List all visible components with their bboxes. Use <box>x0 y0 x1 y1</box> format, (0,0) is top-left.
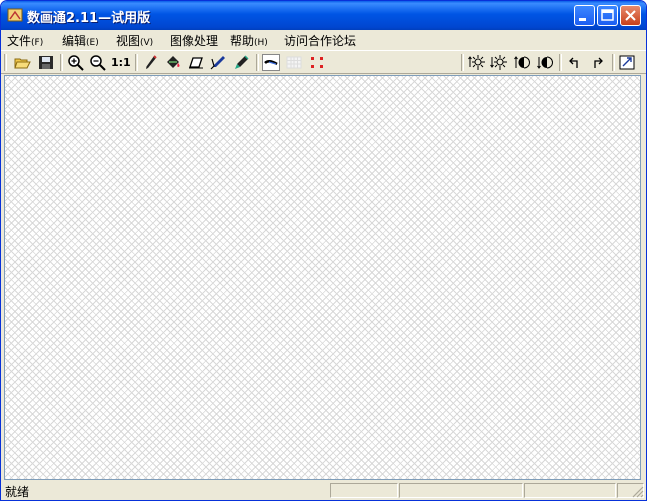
menu-help[interactable]: 帮助(H) <box>230 32 268 49</box>
menu-image-label: 图像处理 <box>170 34 219 48</box>
toolbar-separator <box>612 54 615 71</box>
status-text: 就绪 <box>5 485 30 499</box>
toolbar: 1:1 <box>1 50 646 74</box>
toolbar-separator <box>135 54 138 71</box>
redo-icon[interactable] <box>589 54 607 71</box>
shrink-horizontal-icon[interactable] <box>490 54 508 71</box>
toolbar-separator <box>256 54 259 71</box>
actual-size-icon[interactable]: 1:1 <box>111 54 131 71</box>
menu-edit-accel: (E) <box>86 38 99 48</box>
menu-file[interactable]: 文件(F) <box>7 32 43 49</box>
menu-forum[interactable]: 访问合作论坛 <box>284 32 356 49</box>
title-bar[interactable]: 数画通2.11—试用版 <box>1 1 646 30</box>
menu-image[interactable]: 图像处理 <box>170 32 218 49</box>
window-title: 数画通2.11—试用版 <box>27 11 151 26</box>
menu-edit[interactable]: 编辑(E) <box>62 32 99 49</box>
brush-icon[interactable] <box>262 54 280 71</box>
app-window: 数画通2.11—试用版 文件(F) 编辑(E) 视图(V) 图像处理 帮助(H)… <box>0 0 647 501</box>
menu-file-label: 文件 <box>7 34 32 48</box>
toolbar-separator <box>461 54 464 71</box>
menu-view[interactable]: 视图(V) <box>116 32 153 49</box>
marker-icon[interactable] <box>232 54 250 71</box>
menu-view-accel: (V) <box>140 38 154 48</box>
drawing-canvas[interactable] <box>4 75 641 480</box>
fit-window-icon[interactable] <box>618 54 636 71</box>
menu-view-label: 视图 <box>116 34 141 48</box>
pen-icon[interactable] <box>209 54 227 71</box>
app-icon[interactable] <box>7 7 23 23</box>
menu-bar: 文件(F) 编辑(E) 视图(V) 图像处理 帮助(H) 访问合作论坛 <box>1 30 646 49</box>
menu-edit-label: 编辑 <box>62 34 87 48</box>
toolbar-separator <box>559 54 562 71</box>
menu-help-accel: (H) <box>254 38 268 48</box>
maximize-button[interactable] <box>597 5 618 26</box>
toolbar-separator <box>60 54 63 71</box>
save-icon[interactable] <box>37 54 55 71</box>
expand-horizontal-icon[interactable] <box>468 54 486 71</box>
menu-forum-label: 访问合作论坛 <box>284 34 357 48</box>
toolbar-grip <box>4 54 7 71</box>
expand-vertical-icon[interactable] <box>513 54 531 71</box>
resize-grip-icon[interactable] <box>631 485 644 498</box>
status-bar: 就绪 <box>1 482 646 500</box>
menu-file-accel: (F) <box>31 38 44 48</box>
status-panel <box>330 483 398 498</box>
status-panel <box>524 483 616 498</box>
undo-icon[interactable] <box>566 54 584 71</box>
close-button[interactable] <box>620 5 641 26</box>
eraser-icon[interactable] <box>187 54 205 71</box>
menu-help-label: 帮助 <box>230 34 255 48</box>
status-panel <box>399 483 523 498</box>
zoom-in-icon[interactable] <box>67 54 85 71</box>
open-folder-icon[interactable] <box>13 54 31 71</box>
zoom-out-icon[interactable] <box>89 54 107 71</box>
grid-icon[interactable] <box>285 54 303 71</box>
shrink-vertical-icon[interactable] <box>536 54 554 71</box>
dots-icon[interactable] <box>308 54 326 71</box>
minimize-button[interactable] <box>574 5 595 26</box>
fill-icon[interactable] <box>164 54 182 71</box>
pencil-icon[interactable] <box>142 54 160 71</box>
